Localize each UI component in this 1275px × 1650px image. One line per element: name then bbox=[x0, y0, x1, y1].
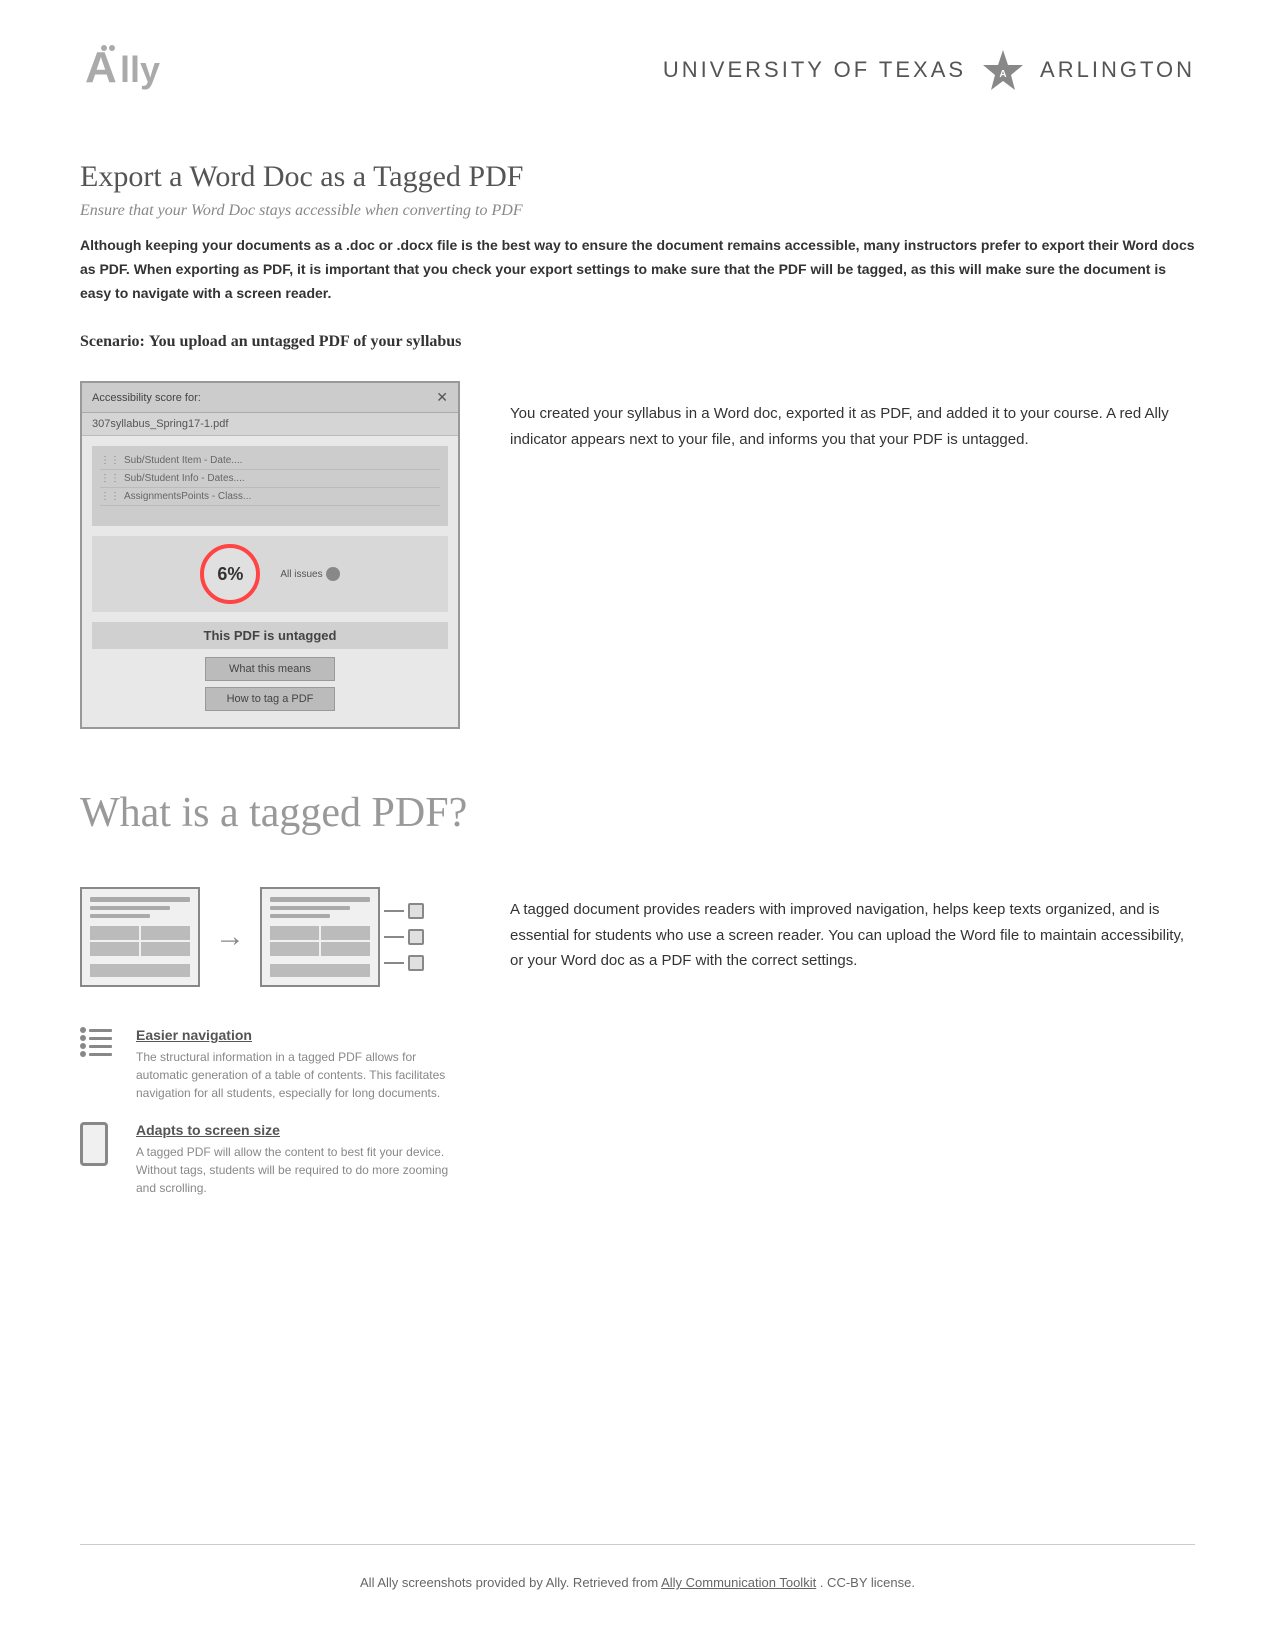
nav-dot bbox=[80, 1051, 86, 1057]
uta-city: ARLINGTON bbox=[1040, 57, 1195, 83]
arrow-icon: → bbox=[215, 920, 245, 954]
all-issues: All issues bbox=[280, 567, 339, 581]
tagged-doc-icon bbox=[260, 887, 380, 987]
footer-link[interactable]: Ally Communication Toolkit bbox=[661, 1575, 816, 1590]
doc-table bbox=[90, 926, 190, 956]
feature-desc-screen: A tagged PDF will allow the content to b… bbox=[136, 1143, 460, 1197]
footer-text: All Ally screenshots provided by Ally. R… bbox=[360, 1575, 658, 1590]
nav-dot bbox=[80, 1035, 86, 1041]
close-icon[interactable]: ✕ bbox=[436, 389, 448, 406]
doc-cell bbox=[270, 926, 319, 940]
feature-title-screen: Adapts to screen size bbox=[136, 1122, 460, 1138]
untagged-message: This PDF is untagged bbox=[92, 622, 448, 649]
page-subtitle: Ensure that your Word Doc stays accessib… bbox=[80, 202, 1195, 220]
scenario-description: You created your syllabus in a Word doc,… bbox=[510, 381, 1195, 452]
course-item: ⋮⋮AssignmentsPoints - Class... bbox=[100, 488, 440, 506]
section-title: What is a tagged PDF? bbox=[80, 789, 1195, 837]
doc-transform-diagram: → bbox=[80, 877, 460, 997]
ally-logo: A lly bbox=[80, 40, 200, 100]
page-header: A lly UNIVERSITY OF TEXAS A ARLINGTON bbox=[80, 40, 1195, 110]
dialog-filename: 307syllabus_Spring17-1.pdf bbox=[82, 413, 458, 436]
doc-line bbox=[90, 906, 170, 910]
doc-cell bbox=[90, 926, 139, 940]
doc-cell bbox=[141, 942, 190, 956]
doc-line bbox=[270, 914, 330, 918]
phone-icon bbox=[80, 1122, 120, 1166]
feature-content-screen: Adapts to screen size A tagged PDF will … bbox=[136, 1122, 460, 1197]
feature-desc-navigation: The structural information in a tagged P… bbox=[136, 1048, 460, 1102]
nav-dot bbox=[80, 1027, 86, 1033]
feature-content-navigation: Easier navigation The structural informa… bbox=[136, 1027, 460, 1102]
scenario-section: Accessibility score for: ✕ 307syllabus_S… bbox=[80, 381, 1195, 729]
scenario-label: Scenario: You upload an untagged PDF of … bbox=[80, 333, 1195, 351]
doc-table bbox=[270, 926, 370, 956]
score-area: 6% All issues bbox=[92, 536, 448, 612]
phone-shape bbox=[80, 1122, 108, 1166]
doc-line bbox=[90, 914, 150, 918]
course-list: ⋮⋮Sub/Student Item - Date.... ⋮⋮Sub/Stud… bbox=[92, 446, 448, 526]
main-content: Export a Word Doc as a Tagged PDF Ensure… bbox=[80, 160, 1195, 1544]
tagged-pdf-section: What is a tagged PDF? bbox=[80, 789, 1195, 1197]
nav-line bbox=[89, 1037, 112, 1040]
course-item: ⋮⋮Sub/Student Info - Dates.... bbox=[100, 470, 440, 488]
nav-line bbox=[89, 1045, 112, 1048]
doc-img bbox=[270, 964, 370, 978]
dialog-titlebar: Accessibility score for: ✕ bbox=[82, 383, 458, 413]
intro-text: Although keeping your documents as a .do… bbox=[80, 234, 1195, 305]
tagged-pdf-content: → bbox=[80, 877, 1195, 1197]
tagged-pdf-description: A tagged document provides readers with … bbox=[510, 877, 1195, 974]
feature-item-navigation: Easier navigation The structural informa… bbox=[80, 1027, 460, 1102]
dialog-body: ⋮⋮Sub/Student Item - Date.... ⋮⋮Sub/Stud… bbox=[82, 436, 458, 727]
ally-dialog-mock: Accessibility score for: ✕ 307syllabus_S… bbox=[80, 381, 460, 729]
doc-line bbox=[270, 897, 370, 901]
list-icon bbox=[80, 1027, 120, 1057]
dialog-title: Accessibility score for: bbox=[92, 392, 201, 404]
nav-dot bbox=[80, 1043, 86, 1049]
tagged-pdf-image: → bbox=[80, 877, 460, 1197]
features-list: Easier navigation The structural informa… bbox=[80, 1027, 460, 1197]
feature-item-screen: Adapts to screen size A tagged PDF will … bbox=[80, 1122, 460, 1197]
doc-line bbox=[270, 906, 350, 910]
what-this-means-button[interactable]: What this means bbox=[205, 657, 335, 681]
svg-text:A: A bbox=[999, 69, 1006, 80]
doc-cell bbox=[270, 942, 319, 956]
doc-cell bbox=[141, 926, 190, 940]
circle-icon bbox=[326, 567, 340, 581]
doc-img bbox=[90, 964, 190, 978]
footer-suffix: . CC-BY license. bbox=[820, 1575, 915, 1590]
doc-cell bbox=[321, 926, 370, 940]
uta-logo: UNIVERSITY OF TEXAS A ARLINGTON bbox=[663, 45, 1195, 95]
svg-text:lly: lly bbox=[120, 49, 160, 90]
nav-line bbox=[89, 1029, 112, 1032]
page-title: Export a Word Doc as a Tagged PDF bbox=[80, 160, 1195, 194]
footer: All Ally screenshots provided by Ally. R… bbox=[80, 1544, 1195, 1590]
untagged-doc-icon bbox=[80, 887, 200, 987]
nav-line bbox=[89, 1053, 112, 1056]
uta-text: UNIVERSITY OF TEXAS bbox=[663, 57, 966, 83]
doc-line bbox=[90, 897, 190, 901]
how-to-tag-button[interactable]: How to tag a PDF bbox=[205, 687, 335, 711]
course-item: ⋮⋮Sub/Student Item - Date.... bbox=[100, 452, 440, 470]
score-circle: 6% bbox=[200, 544, 260, 604]
doc-cell bbox=[321, 942, 370, 956]
ally-dialog-image: Accessibility score for: ✕ 307syllabus_S… bbox=[80, 381, 460, 729]
doc-cell bbox=[90, 942, 139, 956]
feature-title-navigation: Easier navigation bbox=[136, 1027, 460, 1043]
